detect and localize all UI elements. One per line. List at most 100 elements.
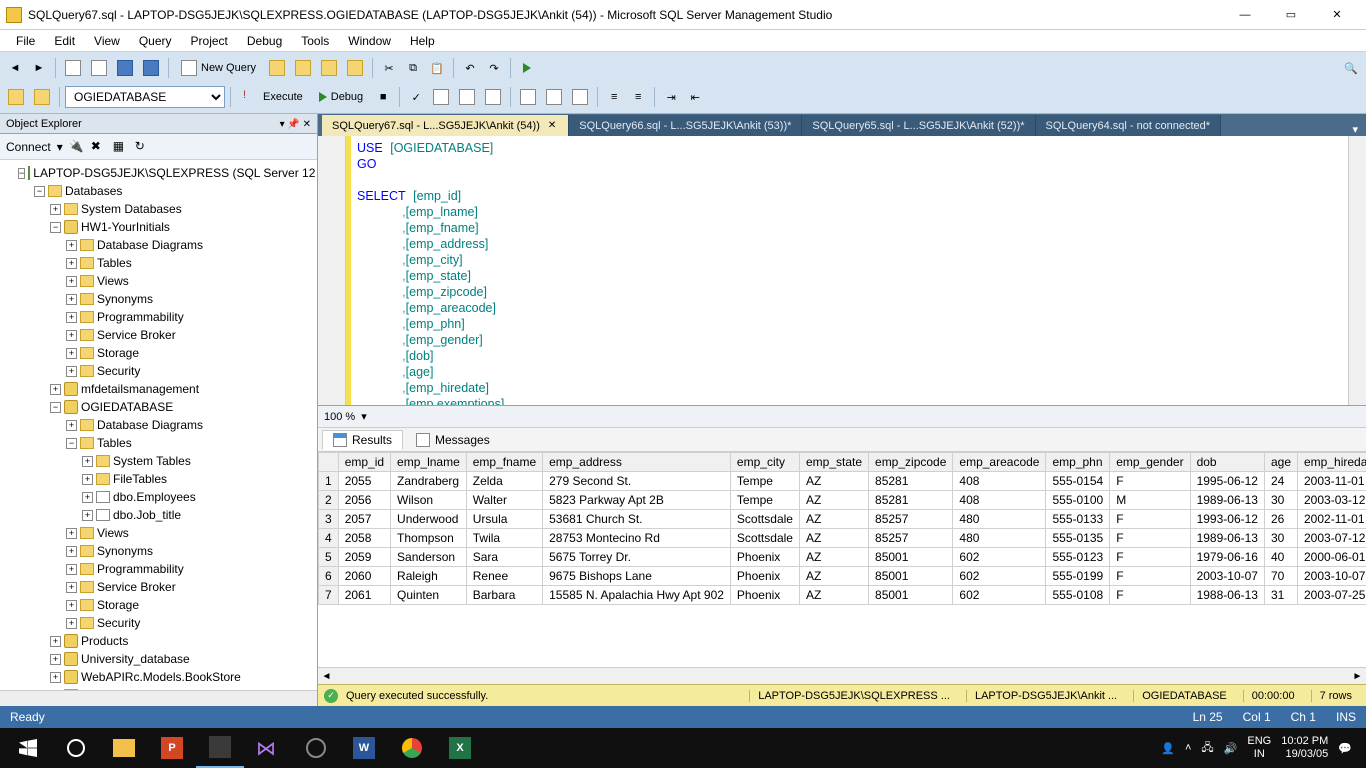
grid-cell[interactable]: 2003-07-12 — [1298, 529, 1366, 548]
results-grid[interactable]: emp_idemp_lnameemp_fnameemp_addressemp_c… — [318, 452, 1366, 605]
maximize-button[interactable]: ▭ — [1268, 3, 1314, 27]
menu-project[interactable]: Project — [183, 32, 236, 50]
comment-button[interactable]: ≡ — [603, 86, 625, 108]
row-number[interactable]: 2 — [319, 491, 339, 510]
ogiedatabase-node[interactable]: OGIEDATABASE — [81, 398, 173, 416]
tb2-icon-7[interactable] — [542, 86, 566, 108]
grid-cell[interactable]: 555-0135 — [1046, 529, 1110, 548]
grid-cell[interactable]: AZ — [799, 567, 868, 586]
task-explorer[interactable] — [100, 728, 148, 768]
zoom-level[interactable]: 100 % — [324, 411, 355, 423]
grid-cell[interactable]: Thompson — [391, 529, 467, 548]
tree-node[interactable]: Service Broker — [97, 578, 176, 596]
grid-cell[interactable]: 85001 — [869, 548, 953, 567]
messages-tab[interactable]: Messages — [405, 430, 501, 450]
tree-node[interactable]: FileTables — [113, 470, 167, 488]
column-header[interactable]: dob — [1190, 453, 1264, 472]
grid-cell[interactable]: 30 — [1264, 491, 1297, 510]
column-header[interactable]: emp_hiredate — [1298, 453, 1366, 472]
system-databases-node[interactable]: System Databases — [81, 200, 182, 218]
grid-cell[interactable]: 480 — [953, 529, 1046, 548]
tray-volume-icon[interactable]: 🔊 — [1224, 742, 1238, 755]
grid-cell[interactable]: M — [1110, 491, 1190, 510]
column-header[interactable]: emp_zipcode — [869, 453, 953, 472]
grid-cell[interactable]: 5675 Torrey Dr. — [543, 548, 731, 567]
grid-cell[interactable]: 9675 Bishops Lane — [543, 567, 731, 586]
menu-help[interactable]: Help — [402, 32, 443, 50]
column-header[interactable]: emp_gender — [1110, 453, 1190, 472]
grid-cell[interactable]: 555-0100 — [1046, 491, 1110, 510]
cortana-button[interactable] — [52, 728, 100, 768]
grid-cell[interactable]: 1989-06-13 — [1190, 491, 1264, 510]
tb2-icon-5[interactable] — [481, 86, 505, 108]
row-number[interactable]: 3 — [319, 510, 339, 529]
debug-button[interactable]: Debug — [312, 86, 370, 108]
grid-cell[interactable]: 1988-06-13 — [1190, 586, 1264, 605]
grid-cell[interactable]: Zelda — [466, 472, 542, 491]
stop-button[interactable]: ■ — [372, 86, 394, 108]
filter-icon[interactable]: ▦ — [113, 139, 129, 155]
row-number[interactable]: 1 — [319, 472, 339, 491]
column-header[interactable]: emp_city — [730, 453, 799, 472]
grid-cell[interactable]: 31 — [1264, 586, 1297, 605]
grid-cell[interactable]: F — [1110, 510, 1190, 529]
grid-cell[interactable]: 602 — [953, 567, 1046, 586]
grid-cell[interactable]: AZ — [799, 491, 868, 510]
grid-cell[interactable]: 555-0154 — [1046, 472, 1110, 491]
new-query-button[interactable]: New Query — [174, 57, 263, 79]
tree-node[interactable]: Views — [97, 524, 129, 542]
connect-icon-2[interactable]: ✖ — [91, 139, 107, 155]
ogie-tables-node[interactable]: Tables — [97, 434, 132, 452]
grid-cell[interactable]: AZ — [799, 586, 868, 605]
tray-up-icon[interactable]: ˄ — [1185, 742, 1191, 754]
grid-cell[interactable]: 85001 — [869, 567, 953, 586]
tb-icon-3[interactable] — [317, 57, 341, 79]
grid-cell[interactable]: 15585 N. Apalachia Hwy Apt 902 — [543, 586, 731, 605]
task-excel[interactable]: X — [436, 728, 484, 768]
nav-fwd-button[interactable]: ► — [28, 57, 50, 79]
grid-cell[interactable]: 2003-11-01 — [1298, 472, 1366, 491]
tray-network-icon[interactable]: 🖧 — [1201, 739, 1213, 758]
grid-cell[interactable]: 1995-06-12 — [1190, 472, 1264, 491]
new-project-button[interactable] — [61, 57, 85, 79]
grid-cell[interactable]: Twila — [466, 529, 542, 548]
tb2-icon-8[interactable] — [568, 86, 592, 108]
grid-cell[interactable]: 279 Second St. — [543, 472, 731, 491]
ogie-diagrams-node[interactable]: Database Diagrams — [97, 416, 203, 434]
grid-cell[interactable]: 555-0123 — [1046, 548, 1110, 567]
close-button[interactable]: ✕ — [1314, 3, 1360, 27]
grid-cell[interactable]: Phoenix — [730, 567, 799, 586]
grid-cell[interactable]: Walter — [466, 491, 542, 510]
grid-cell[interactable]: 85281 — [869, 491, 953, 510]
save-button[interactable] — [113, 57, 137, 79]
tree-node[interactable]: Programmability — [97, 308, 184, 326]
tray-notifications-icon[interactable]: 💬 — [1338, 742, 1352, 755]
copy-button[interactable]: ⧉ — [402, 57, 424, 79]
tree-node[interactable]: Storage — [97, 344, 139, 362]
tree-node[interactable]: Database Diagrams — [97, 236, 203, 254]
grid-cell[interactable]: AZ — [799, 529, 868, 548]
grid-cell[interactable]: Raleigh — [391, 567, 467, 586]
tree-node[interactable]: Security — [97, 362, 140, 380]
column-header[interactable]: emp_areacode — [953, 453, 1046, 472]
start-menu-button[interactable] — [4, 728, 52, 768]
tb-icon-4[interactable] — [343, 57, 367, 79]
results-hscroll[interactable]: ◄► — [318, 667, 1366, 684]
grid-cell[interactable]: 408 — [953, 491, 1046, 510]
row-number[interactable]: 7 — [319, 586, 339, 605]
grid-cell[interactable]: 85001 — [869, 586, 953, 605]
redo-button[interactable]: ↷ — [483, 57, 505, 79]
menu-file[interactable]: File — [8, 32, 43, 50]
menu-debug[interactable]: Debug — [239, 32, 290, 50]
grid-cell[interactable]: 408 — [953, 472, 1046, 491]
grid-cell[interactable]: Phoenix — [730, 548, 799, 567]
tb-icon-2[interactable] — [291, 57, 315, 79]
task-obs[interactable] — [292, 728, 340, 768]
grid-cell[interactable]: 30 — [1264, 529, 1297, 548]
tree-node[interactable]: Storage — [97, 596, 139, 614]
tb2-icon-3[interactable] — [429, 86, 453, 108]
grid-cell[interactable]: 28753 Montecino Rd — [543, 529, 731, 548]
server-node[interactable]: LAPTOP-DSG5JEJK\SQLEXPRESS (SQL Server 1… — [33, 164, 315, 182]
grid-cell[interactable]: Sanderson — [391, 548, 467, 567]
task-powerpoint[interactable]: P — [148, 728, 196, 768]
